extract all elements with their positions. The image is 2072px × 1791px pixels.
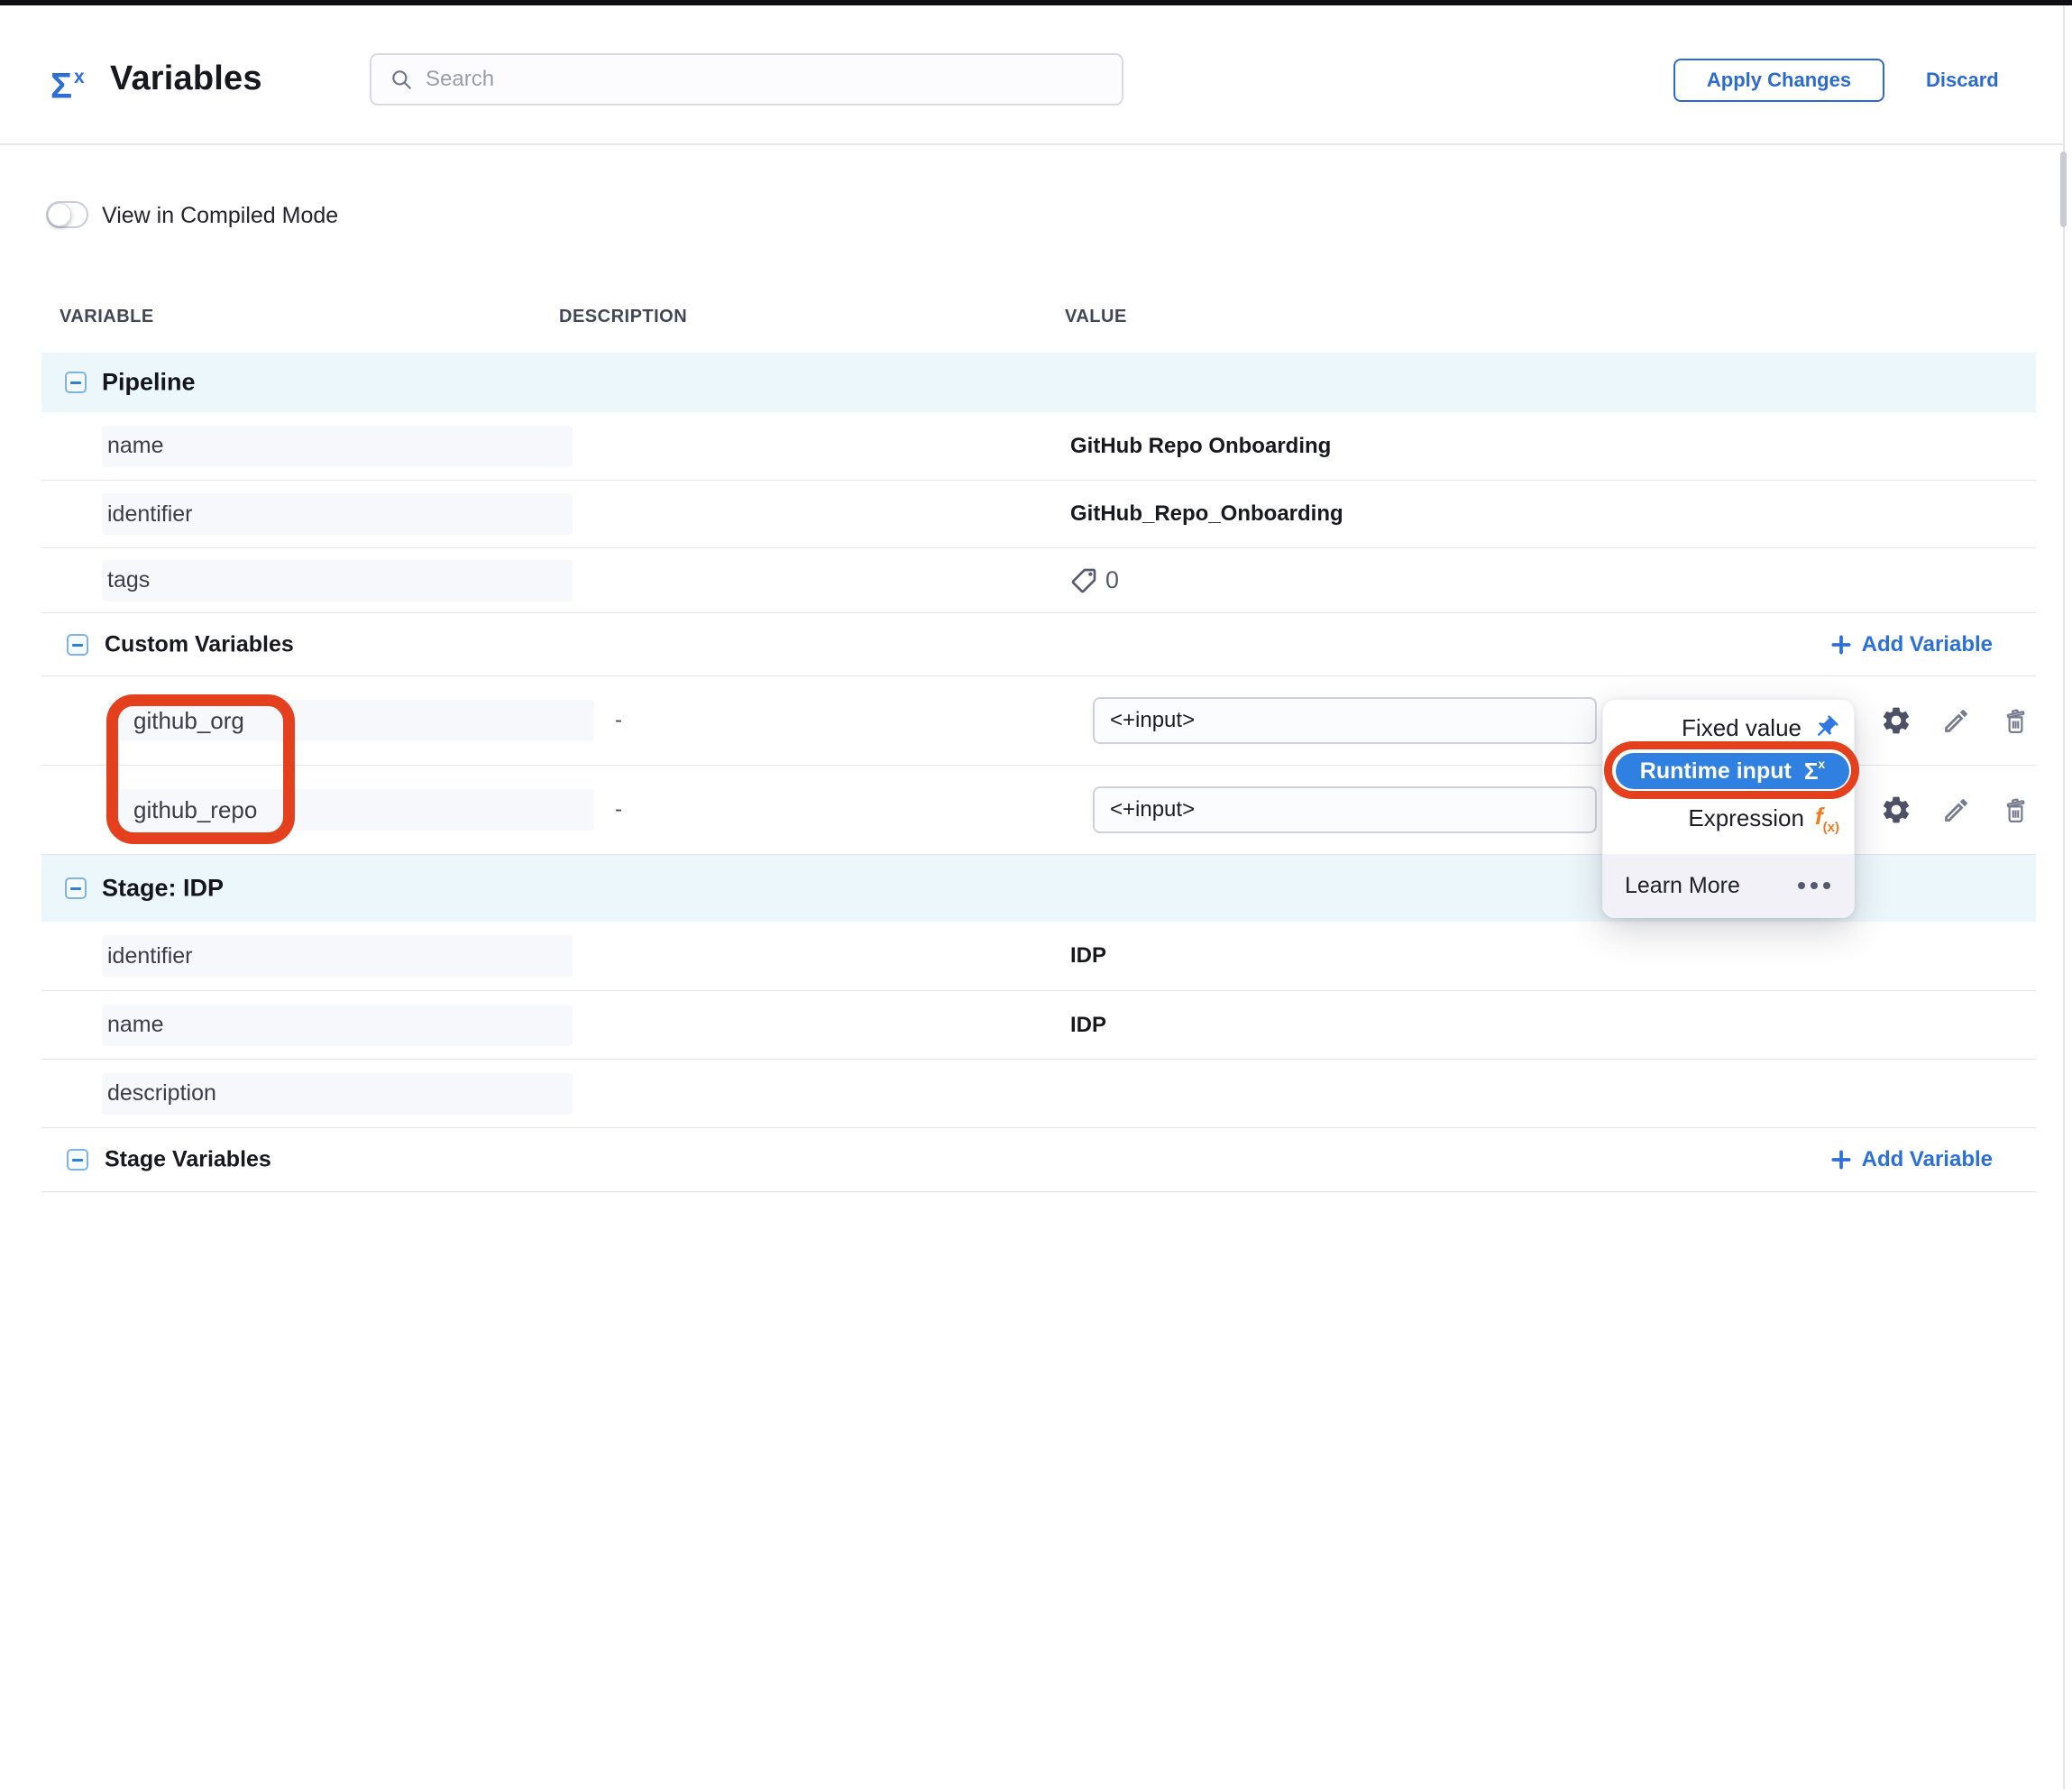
tags-value: 0	[1069, 566, 1119, 595]
collapse-icon[interactable]	[67, 1149, 88, 1171]
section-header-stage-variables: Stage Variables Add Variable	[41, 1128, 2036, 1192]
scrollbar-track	[2063, 5, 2065, 1789]
column-description: DESCRIPTION	[559, 307, 687, 327]
section-title: Pipeline	[102, 369, 196, 397]
row-label: tags	[107, 567, 150, 593]
search-box[interactable]	[370, 53, 1123, 106]
collapse-icon[interactable]	[65, 877, 87, 899]
settings-gear-icon[interactable]	[1866, 794, 1926, 826]
variable-name: github_org	[133, 707, 244, 735]
row-label: name	[107, 1012, 164, 1038]
variable-name: github_repo	[133, 796, 257, 824]
section-header-custom-variables: Custom Variables Add Variable	[41, 613, 2036, 676]
variable-description: -	[615, 708, 622, 733]
delete-trash-icon[interactable]	[1985, 795, 2045, 825]
plus-icon	[1829, 1148, 1853, 1171]
edit-pencil-icon[interactable]	[1926, 795, 1985, 825]
toggle-knob	[48, 203, 71, 226]
apply-changes-button[interactable]: Apply Changes	[1673, 59, 1884, 102]
pipeline-name-value: GitHub Repo Onboarding	[1070, 434, 1331, 459]
add-variable-label: Add Variable	[1862, 1147, 1993, 1172]
table-column-headers: VARIABLE DESCRIPTION VALUE	[0, 307, 2072, 330]
menu-item-runtime-input[interactable]: Runtime input Σx	[1616, 753, 1849, 789]
row-actions	[1866, 704, 2045, 737]
variable-name-chip: identifier	[102, 935, 573, 977]
row-label: description	[107, 1080, 216, 1107]
learn-more-label: Learn More	[1625, 873, 1740, 899]
variable-name-chip: github_org	[120, 700, 594, 741]
runtime-input-field[interactable]: <+input>	[1093, 697, 1597, 744]
menu-footer-learn-more[interactable]: Learn More	[1603, 854, 1854, 917]
table-row: name IDP	[41, 991, 2036, 1060]
row-label: identifier	[107, 943, 193, 969]
row-actions	[1866, 794, 2045, 826]
add-variable-button[interactable]: Add Variable	[1829, 1147, 1993, 1172]
variable-name-chip: name	[102, 1005, 573, 1046]
search-input[interactable]	[426, 67, 1093, 92]
menu-item-label: Expression	[1688, 804, 1804, 832]
stage-identifier-value: IDP	[1070, 943, 1106, 969]
variable-name-chip: github_repo	[120, 789, 594, 831]
menu-item-label: Runtime input	[1640, 758, 1792, 785]
variable-name-chip: tags	[102, 560, 573, 602]
variable-name-chip: identifier	[102, 493, 573, 535]
expression-fx-icon: f(x)	[1815, 803, 1839, 833]
compiled-mode-toggle[interactable]	[46, 201, 88, 228]
section-header-pipeline: Pipeline	[41, 353, 2036, 412]
panel-header: Σx Variables Apply Changes Discard	[0, 5, 2063, 145]
table-row: name GitHub Repo Onboarding	[41, 412, 2036, 481]
runtime-input-sigma-icon: Σx	[50, 58, 83, 107]
section-title: Stage Variables	[105, 1147, 271, 1173]
edit-pencil-icon[interactable]	[1926, 706, 1985, 736]
row-label: identifier	[107, 501, 193, 528]
menu-item-fixed-value[interactable]: Fixed value	[1603, 707, 1854, 749]
collapse-icon[interactable]	[67, 634, 88, 656]
table-row: identifier GitHub_Repo_Onboarding	[41, 481, 2036, 548]
stage-name-value: IDP	[1070, 1013, 1106, 1038]
compiled-mode-label: View in Compiled Mode	[102, 203, 338, 229]
add-variable-button[interactable]: Add Variable	[1829, 632, 1993, 657]
ellipsis-icon	[1792, 882, 1830, 889]
pin-icon	[1812, 714, 1839, 741]
pipeline-identifier-value: GitHub_Repo_Onboarding	[1070, 501, 1343, 527]
menu-item-expression[interactable]: Expression f(x)	[1603, 797, 1854, 839]
delete-trash-icon[interactable]	[1985, 706, 2045, 736]
discard-link[interactable]: Discard	[1926, 69, 1999, 92]
runtime-input-sigma-icon: Σx	[1804, 758, 1825, 785]
settings-gear-icon[interactable]	[1866, 704, 1926, 737]
variables-panel: Σx Variables Apply Changes Discard View …	[0, 0, 2072, 1791]
section-title: Custom Variables	[105, 631, 294, 657]
table-row: description	[41, 1060, 2036, 1128]
table-row: tags 0	[41, 548, 2036, 613]
scrollbar-thumb[interactable]	[2060, 152, 2067, 227]
variable-description: -	[615, 797, 622, 822]
menu-item-label: Fixed value	[1682, 714, 1802, 742]
page-title: Variables	[110, 60, 262, 98]
column-value: VALUE	[1065, 307, 1127, 327]
row-label: name	[107, 433, 164, 459]
value-type-menu: Fixed value Runtime input Σx Expression …	[1602, 699, 1855, 918]
variable-name-chip: description	[102, 1073, 573, 1115]
collapse-icon[interactable]	[65, 372, 87, 393]
search-icon	[390, 68, 413, 91]
tags-count: 0	[1105, 566, 1119, 594]
add-variable-label: Add Variable	[1862, 632, 1993, 657]
section-title: Stage: IDP	[102, 875, 224, 903]
tag-icon	[1069, 566, 1098, 595]
plus-icon	[1829, 633, 1853, 657]
column-variable: VARIABLE	[60, 307, 154, 327]
table-row: identifier IDP	[41, 922, 2036, 991]
runtime-input-field[interactable]: <+input>	[1093, 786, 1597, 833]
variable-name-chip: name	[102, 426, 573, 467]
